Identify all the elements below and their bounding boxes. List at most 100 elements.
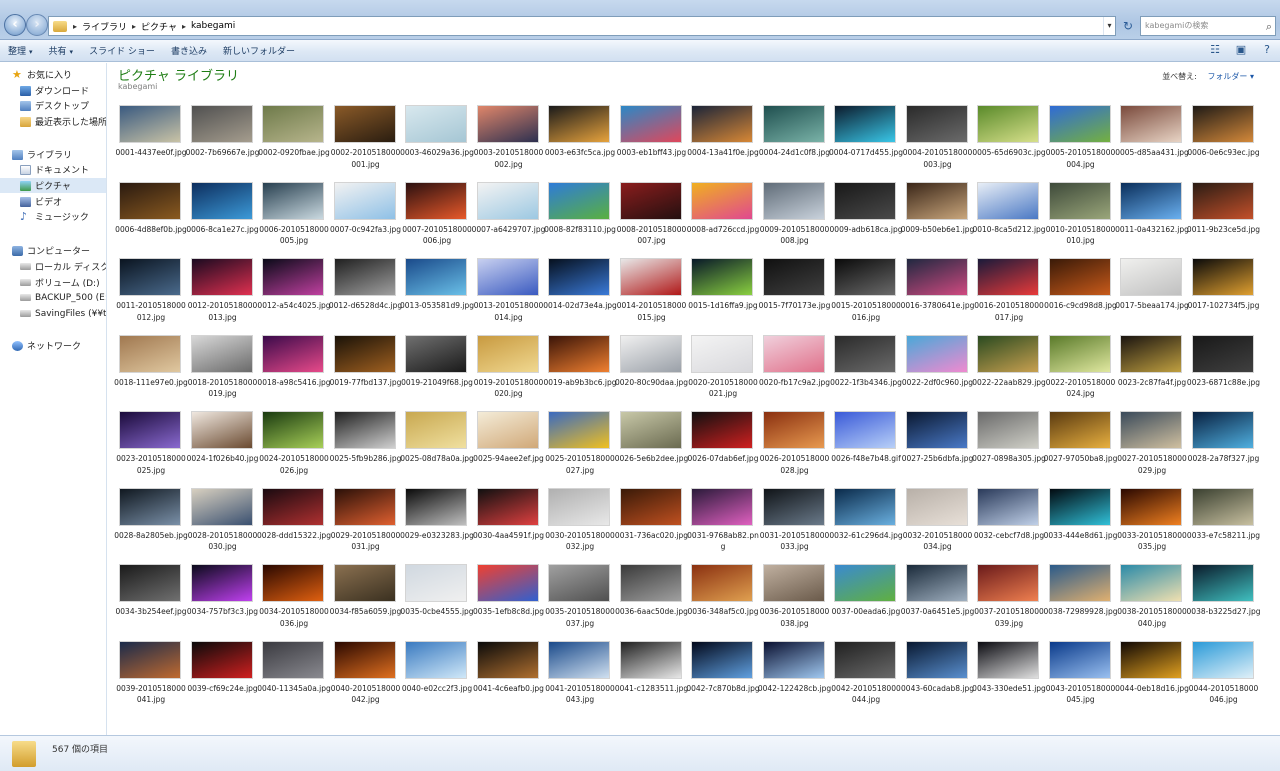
breadcrumb[interactable]: ▸ ライブラリ ▸ ピクチャ ▸ kabegami ▾ [48, 16, 1116, 36]
nav-item-network-drive[interactable]: SavingFiles (¥¥ter [0, 306, 106, 321]
file-item[interactable]: 0034-f85a6059.jpg [330, 562, 401, 640]
file-item[interactable]: 0004-0717d455.jpg [829, 103, 903, 181]
file-item[interactable]: 0011-9b23ce5d.jpg [1187, 180, 1260, 258]
file-item[interactable]: 0004-2010518000003.jpg [903, 103, 973, 181]
file-item[interactable]: 0030-4aa4591f.jpg [473, 486, 544, 564]
file-item[interactable]: 0010-2010518000010.jpg [1046, 180, 1116, 258]
file-item[interactable]: 0005-65d6903c.jpg [972, 103, 1046, 181]
chevron-right-icon[interactable]: ▸ [180, 22, 188, 31]
file-item[interactable]: 0011-2010518000012.jpg [116, 256, 186, 334]
file-item[interactable]: 0038-2010518000040.jpg [1117, 562, 1187, 640]
file-item[interactable]: 0019-21049f68.jpg [401, 333, 473, 411]
file-item[interactable]: 0008-2010518000007.jpg [617, 180, 687, 258]
file-item[interactable]: 0028-2a78f327.jpg [1188, 409, 1259, 487]
file-item[interactable]: 0040-e02cc2f3.jpg [402, 639, 472, 717]
file-item[interactable]: 0044-2010518000046.jpg [1189, 639, 1259, 717]
file-item[interactable]: 0016-c9cd98d8.jpg [1044, 256, 1117, 334]
file-item[interactable]: 0023-6871c88e.jpg [1187, 333, 1260, 411]
file-item[interactable]: 0020-2010518000021.jpg [688, 333, 758, 411]
file-item[interactable]: 0042-122428cb.jpg [758, 639, 831, 717]
nav-item-drive-c[interactable]: ローカル ディスク ( [0, 259, 106, 274]
file-item[interactable]: 0009-adb618ca.jpg [830, 180, 902, 258]
file-item[interactable]: 0027-2010518000029.jpg [1117, 409, 1187, 487]
file-item[interactable]: 0022-22aab829.jpg [972, 333, 1046, 411]
file-item[interactable]: 0018-111e97e0.jpg [114, 333, 188, 411]
file-item[interactable]: 0017-5beaa174.jpg [1115, 256, 1189, 334]
share-button[interactable]: 共有 ▾ [41, 44, 82, 57]
file-item[interactable]: 0016-2010518000017.jpg [974, 256, 1044, 334]
file-item[interactable]: 0042-7c870b8d.jpg [686, 639, 760, 717]
nav-item-videos[interactable]: ビデオ [0, 194, 106, 209]
file-item[interactable]: 0043-330ede51.jpg [972, 639, 1046, 717]
nav-item-pictures[interactable]: ピクチャ [0, 178, 106, 193]
file-item[interactable]: 0025-94aee2ef.jpg [473, 409, 544, 487]
chevron-right-icon[interactable]: ▸ [130, 22, 138, 31]
file-item[interactable]: 0027-0898a305.jpg [972, 409, 1046, 487]
file-item[interactable]: 0042-2010518000044.jpg [831, 639, 901, 717]
file-item[interactable]: 0026-5e6b2dee.jpg [615, 409, 688, 487]
file-item[interactable]: 0022-2df0c960.jpg [902, 333, 973, 411]
file-item[interactable]: 0003-46029a36.jpg [400, 103, 474, 181]
file-item[interactable]: 0027-25b6dbfa.jpg [902, 409, 973, 487]
file-item[interactable]: 0012-d6528d4c.jpg [329, 256, 402, 334]
file-item[interactable]: 0041-2010518000043.jpg [545, 639, 615, 717]
file-item[interactable]: 0001-4437ee0f.jpg [116, 103, 186, 181]
file-item[interactable]: 0025-08d78a0a.jpg [400, 409, 474, 487]
file-item[interactable]: 0031-2010518000033.jpg [760, 486, 830, 564]
file-item[interactable]: 0012-2010518000013.jpg [188, 256, 258, 334]
file-item[interactable]: 0022-2010518000024.jpg [1046, 333, 1116, 411]
file-item[interactable]: 0025-5fb9b286.jpg [330, 409, 401, 487]
new-folder-button[interactable]: 新しいフォルダー [215, 44, 303, 57]
nav-item-desktop[interactable]: デスクトップ [0, 98, 106, 113]
file-item[interactable]: 0006-2010518000005.jpg [259, 180, 329, 258]
file-item[interactable]: 0003-2010518000002.jpg [474, 103, 544, 181]
file-item[interactable]: 0035-2010518000037.jpg [545, 562, 615, 640]
file-item[interactable]: 0043-60cadab8.jpg [901, 639, 974, 717]
nav-item-downloads[interactable]: ダウンロード [0, 83, 106, 98]
file-item[interactable]: 0036-6aac50de.jpg [615, 562, 688, 640]
file-item[interactable]: 0032-2010518000034.jpg [903, 486, 973, 564]
chevron-down-icon[interactable]: ▾ [1103, 17, 1115, 35]
breadcrumb-item-pictures[interactable]: ピクチャ [138, 20, 180, 33]
chevron-right-icon[interactable]: ▸ [71, 22, 79, 31]
file-item[interactable]: 0033-e7c58211.jpg [1187, 486, 1260, 564]
file-item[interactable]: 0040-2010518000042.jpg [331, 639, 401, 717]
nav-computer[interactable]: コンピューター [0, 243, 106, 258]
file-item[interactable]: 0005-d85aa431.jpg [1115, 103, 1189, 181]
nav-item-recent[interactable]: 最近表示した場所 [0, 114, 106, 129]
file-item[interactable]: 0039-cf69c24e.jpg [187, 639, 258, 717]
nav-favorites[interactable]: ★ お気に入り [0, 67, 106, 82]
file-item[interactable]: 0011-0a432162.jpg [1115, 180, 1189, 258]
file-item[interactable]: 0026-2010518000028.jpg [760, 409, 830, 487]
file-item[interactable]: 0008-ad726ccd.jpg [687, 180, 759, 258]
file-item[interactable]: 0006-4d88ef0b.jpg [115, 180, 187, 258]
help-icon[interactable]: ? [1260, 43, 1274, 57]
file-item[interactable]: 0019-77fbd137.jpg [330, 333, 401, 411]
file-item[interactable]: 0010-8ca5d212.jpg [972, 180, 1046, 258]
file-item[interactable]: 0022-1f3b4346.jpg [830, 333, 902, 411]
file-item[interactable]: 0006-0e6c93ec.jpg [1187, 103, 1260, 181]
file-item[interactable]: 0028-ddd15322.jpg [257, 486, 331, 564]
file-item[interactable]: 0014-02d73e4a.jpg [543, 256, 617, 334]
file-item[interactable]: 0003-eb1bff43.jpg [617, 103, 687, 181]
file-item[interactable]: 0016-3780641e.jpg [901, 256, 974, 334]
file-item[interactable]: 0002-7b69667e.jpg [186, 103, 259, 181]
file-item[interactable]: 0017-102734f5.jpg [1188, 256, 1259, 334]
file-item[interactable]: 0004-24d1c0f8.jpg [759, 103, 830, 181]
file-item[interactable]: 0004-13a41f0e.jpg [687, 103, 759, 181]
file-item[interactable]: 0002-0920fbae.jpg [258, 103, 330, 181]
nav-libraries[interactable]: ライブラリ [0, 147, 106, 162]
file-item[interactable]: 0044-0eb18d16.jpg [1115, 639, 1189, 717]
file-item[interactable]: 0029-e0323283.jpg [400, 486, 474, 564]
breadcrumb-item-kabegami[interactable]: kabegami [188, 21, 238, 31]
file-item[interactable]: 0012-a54c4025.jpg [257, 256, 331, 334]
file-item[interactable]: 0024-2010518000026.jpg [259, 409, 329, 487]
file-item[interactable]: 0023-2010518000025.jpg [116, 409, 186, 487]
file-item[interactable]: 0043-2010518000045.jpg [1046, 639, 1116, 717]
breadcrumb-item-library[interactable]: ライブラリ [79, 20, 130, 33]
file-item[interactable]: 0019-2010518000020.jpg [474, 333, 544, 411]
file-item[interactable]: 0027-97050ba8.jpg [1044, 409, 1117, 487]
file-item[interactable]: 0007-2010518000006.jpg [402, 180, 472, 258]
file-item[interactable]: 0009-2010518000008.jpg [760, 180, 830, 258]
file-item[interactable]: 0025-2010518000027.jpg [545, 409, 615, 487]
